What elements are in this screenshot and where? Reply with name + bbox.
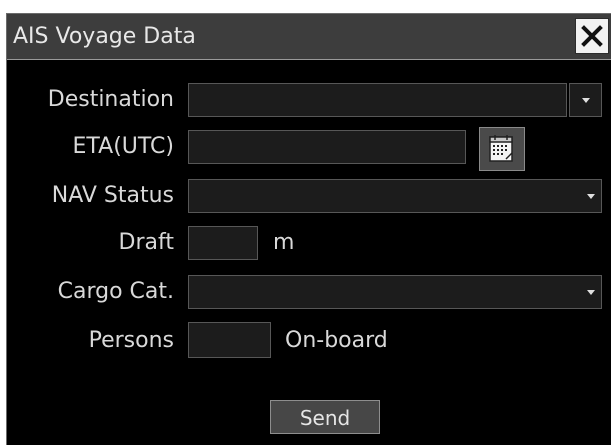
dialog-title: AIS Voyage Data bbox=[13, 24, 196, 49]
calendar-icon bbox=[489, 135, 513, 162]
draft-label: Draft bbox=[118, 230, 174, 255]
persons-unit: On-board bbox=[285, 328, 388, 353]
persons-input[interactable] bbox=[188, 322, 271, 358]
chevron-down-icon bbox=[581, 97, 590, 103]
draft-unit: m bbox=[273, 230, 295, 255]
title-bar[interactable]: AIS Voyage Data bbox=[7, 14, 611, 60]
draft-input[interactable] bbox=[188, 226, 258, 260]
nav-status-label: NAV Status bbox=[51, 183, 174, 208]
send-button[interactable]: Send bbox=[270, 400, 380, 434]
destination-dropdown-button[interactable] bbox=[569, 83, 602, 117]
destination-label: Destination bbox=[47, 87, 174, 112]
cargo-category-select[interactable] bbox=[188, 275, 602, 309]
close-button[interactable] bbox=[575, 18, 609, 54]
chevron-down-icon bbox=[587, 290, 595, 295]
close-icon bbox=[581, 25, 603, 47]
eta-label: ETA(UTC) bbox=[72, 134, 174, 159]
cargo-category-label: Cargo Cat. bbox=[57, 279, 174, 304]
calendar-button[interactable] bbox=[479, 127, 525, 171]
persons-label: Persons bbox=[88, 328, 174, 353]
chevron-down-icon bbox=[587, 194, 595, 199]
ais-voyage-data-dialog: AIS Voyage Data Destination ETA(UTC) NAV… bbox=[6, 13, 611, 445]
destination-input[interactable] bbox=[188, 83, 567, 117]
nav-status-select[interactable] bbox=[188, 179, 602, 213]
eta-input[interactable] bbox=[188, 130, 466, 164]
